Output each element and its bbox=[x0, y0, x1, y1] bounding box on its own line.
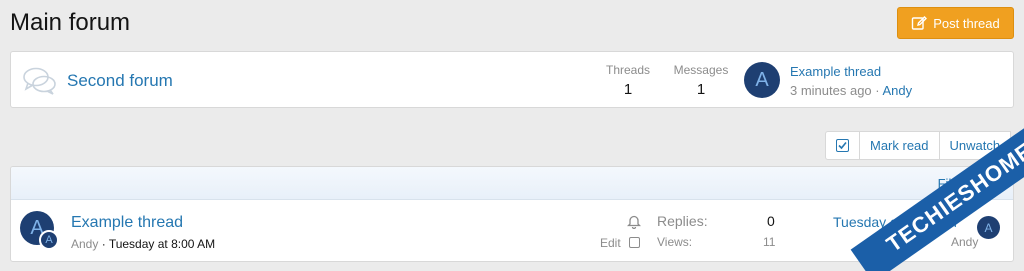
thread-author-link[interactable]: Andy bbox=[71, 237, 98, 251]
post-thread-label: Post thread bbox=[933, 15, 1000, 31]
filter-bar: Filters bbox=[11, 167, 1013, 200]
bell-icon bbox=[627, 215, 641, 229]
checkbox-icon bbox=[836, 139, 849, 152]
messages-count: 1 bbox=[696, 81, 706, 98]
thread-date[interactable]: Tuesday at 8:00 AM bbox=[109, 237, 215, 251]
thread-select-checkbox[interactable] bbox=[629, 237, 640, 248]
page-title: Main forum bbox=[10, 9, 131, 36]
thread-title-link[interactable]: Example thread bbox=[71, 214, 183, 232]
last-post-thread-link[interactable]: Example thread bbox=[790, 64, 881, 79]
edit-icon bbox=[912, 16, 928, 30]
last-poster-mini-avatar[interactable]: A bbox=[39, 230, 59, 250]
replies-count: 0 bbox=[767, 213, 775, 229]
messages-stat: Messages 1 bbox=[673, 63, 729, 98]
meta-separator: · bbox=[98, 237, 109, 251]
messages-label: Messages bbox=[673, 63, 729, 77]
post-thread-button[interactable]: Post thread bbox=[897, 7, 1014, 39]
views-count: 11 bbox=[763, 235, 776, 249]
avatar[interactable]: A bbox=[744, 62, 780, 98]
chat-bubbles-icon bbox=[23, 67, 56, 95]
threads-count: 1 bbox=[623, 81, 633, 98]
last-post-meta: 3 minutes ago · Andy bbox=[790, 83, 912, 98]
replies-label: Replies: bbox=[657, 213, 708, 229]
threads-stat: Threads 1 bbox=[603, 63, 653, 98]
last-reply-avatar[interactable]: A bbox=[977, 216, 1000, 239]
thread-meta: Andy · Tuesday at 8:00 AM bbox=[71, 237, 215, 251]
views-label: Views: bbox=[657, 235, 693, 249]
mark-read-button[interactable]: Mark read bbox=[859, 131, 940, 160]
forum-node-second-forum: Second forum Threads 1 Messages 1 A Exam… bbox=[10, 51, 1014, 108]
select-all-button[interactable] bbox=[825, 131, 860, 160]
meta-separator: · bbox=[871, 83, 883, 98]
edit-link[interactable]: Edit bbox=[600, 236, 621, 250]
threads-label: Threads bbox=[605, 63, 651, 77]
forum-title-link[interactable]: Second forum bbox=[67, 71, 173, 91]
last-reply-user-link[interactable]: Andy bbox=[951, 235, 978, 249]
last-post-user-link[interactable]: Andy bbox=[883, 83, 913, 98]
last-post-time[interactable]: 3 minutes ago bbox=[790, 83, 872, 98]
